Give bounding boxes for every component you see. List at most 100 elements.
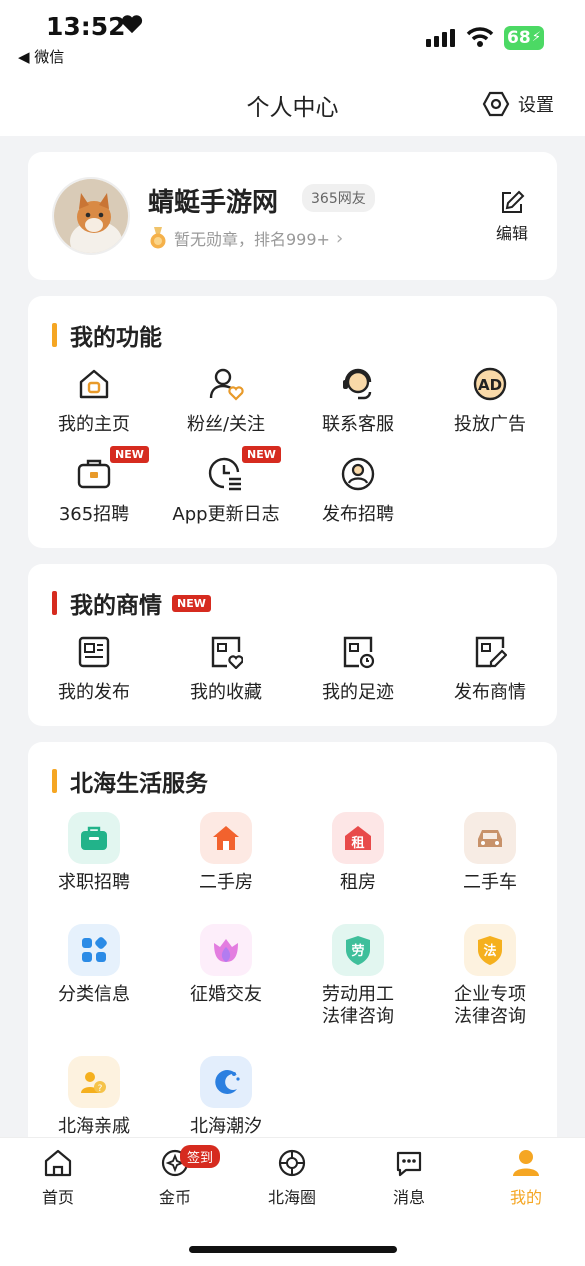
job-icon xyxy=(68,812,120,864)
svc-label-line1: 劳动用工 xyxy=(322,984,394,1005)
category-icon xyxy=(68,924,120,976)
briefcase-icon xyxy=(77,459,111,489)
func-post-recruit[interactable]: 发布招聘 xyxy=(292,452,424,526)
gear-icon xyxy=(482,91,510,117)
tab-mine[interactable]: 我的 xyxy=(476,1148,576,1208)
biz-post-business[interactable]: 发布商情 xyxy=(424,630,556,704)
services-title: 北海生活服务 xyxy=(52,764,208,798)
document-icon xyxy=(78,636,110,668)
functions-title: 我的功能 xyxy=(52,318,162,352)
func-fans-follow[interactable]: 粉丝/关注 xyxy=(160,362,292,436)
edit-doc-icon xyxy=(475,636,507,668)
status-time: 13:52 xyxy=(46,12,126,41)
func-label: 投放广告 xyxy=(454,414,526,435)
aperture-icon xyxy=(278,1149,306,1177)
rent-glyph: 租 xyxy=(351,836,364,851)
section-bar xyxy=(52,323,57,347)
edit-profile-button[interactable]: 编辑 xyxy=(496,190,528,244)
home-indicator[interactable] xyxy=(189,1246,397,1253)
svc-label: 租房 xyxy=(340,872,376,893)
tab-label: 消息 xyxy=(392,1188,425,1207)
sign-in-badge[interactable]: 签到 xyxy=(180,1145,221,1168)
settings-label: 设置 xyxy=(518,95,554,116)
enterprise-law-icon: 法 xyxy=(464,924,516,976)
svc-label-line2: 法律咨询 xyxy=(322,1006,394,1027)
relatives-icon: ? xyxy=(68,1056,120,1108)
svc-label: 北海潮汐 xyxy=(190,1116,262,1137)
svc-label-line1: 企业专项 xyxy=(454,984,526,1005)
avatar[interactable] xyxy=(52,177,130,255)
settings-button[interactable]: 设置 xyxy=(482,90,554,118)
svc-labor-law[interactable]: 劳 劳动用工 法律咨询 xyxy=(292,924,424,1028)
func-advertise[interactable]: AD 投放广告 xyxy=(424,362,556,436)
svc-relatives[interactable]: ? 北海亲戚 xyxy=(28,1056,160,1138)
back-to-wechat[interactable]: ◀ 微信 xyxy=(18,46,64,67)
functions-title-text: 我的功能 xyxy=(70,325,162,351)
svc-label: 征婚交友 xyxy=(190,984,262,1005)
svc-label: 求职招聘 xyxy=(58,872,130,893)
func-label: App更新日志 xyxy=(172,504,280,525)
status-bar: 13:52 ◀ 微信 68 ⚡ xyxy=(0,0,585,78)
home-icon xyxy=(79,369,109,399)
tab-beihai-circle[interactable]: 北海圈 xyxy=(242,1148,342,1208)
tab-label: 我的 xyxy=(509,1188,542,1207)
biz-my-footprints[interactable]: 我的足迹 xyxy=(292,630,424,704)
svc-used-car[interactable]: 二手车 xyxy=(424,812,556,894)
profile-card[interactable]: 蜻蜓手游网 365网友 暂无勋章，排名999+ › 编辑 xyxy=(28,152,557,280)
house-icon xyxy=(200,812,252,864)
battery-level: 68 xyxy=(507,28,531,48)
svc-dating[interactable]: 征婚交友 xyxy=(160,924,292,1006)
labor-glyph: 劳 xyxy=(351,943,364,959)
svc-second-house[interactable]: 二手房 xyxy=(160,812,292,894)
headset-icon xyxy=(343,368,372,400)
func-my-homepage[interactable]: 我的主页 xyxy=(28,362,160,436)
func-label: 发布招聘 xyxy=(322,504,394,525)
car-icon xyxy=(464,812,516,864)
svc-rent[interactable]: 租 租房 xyxy=(292,812,424,894)
biz-label: 我的发布 xyxy=(58,682,130,703)
edit-icon xyxy=(502,190,525,213)
signal-icon xyxy=(426,29,455,47)
user-heart-icon xyxy=(209,368,244,401)
svc-label: 北海亲戚 xyxy=(58,1116,130,1137)
biz-my-posts[interactable]: 我的发布 xyxy=(28,630,160,704)
svg-text:?: ? xyxy=(98,1084,103,1094)
clock-list-icon xyxy=(208,457,241,491)
ad-icon: AD xyxy=(473,367,507,401)
wifi-icon xyxy=(466,27,494,47)
svc-enterprise-law[interactable]: 法 企业专项 法律咨询 xyxy=(424,924,556,1028)
heart-icon xyxy=(121,15,143,34)
func-365-recruit[interactable]: NEW 365招聘 xyxy=(28,446,160,526)
business-title: 我的商情 NEW xyxy=(52,586,211,620)
svc-label-line2: 法律咨询 xyxy=(454,1006,526,1027)
svc-job[interactable]: 求职招聘 xyxy=(28,812,160,894)
func-app-update-log[interactable]: NEW App更新日志 xyxy=(160,446,292,526)
medal-text: 暂无勋章，排名999+ xyxy=(174,230,330,249)
medal-icon xyxy=(150,227,166,249)
svg-text:AD: AD xyxy=(478,376,502,394)
func-label: 365招聘 xyxy=(58,504,130,525)
new-tag: NEW xyxy=(242,446,281,463)
svc-label: 企业专项 法律咨询 xyxy=(424,984,556,1028)
svc-tide[interactable]: 北海潮汐 xyxy=(160,1056,292,1138)
section-bar xyxy=(52,769,57,793)
business-card: 我的商情 NEW 我的发布 我的收藏 我的足迹 发布商情 xyxy=(28,564,557,726)
rent-icon: 租 xyxy=(332,812,384,864)
func-customer-service[interactable]: 联系客服 xyxy=(292,362,424,436)
chevron-right-icon: › xyxy=(335,227,344,249)
tab-home[interactable]: 首页 xyxy=(8,1148,108,1208)
history-doc-icon xyxy=(343,636,375,669)
biz-my-favorites[interactable]: 我的收藏 xyxy=(160,630,292,704)
new-tag: NEW xyxy=(110,446,149,463)
functions-card: 我的功能 我的主页 粉丝/关注 联系客服 AD 投放广告 NEW 365招聘 N… xyxy=(28,296,557,548)
tab-label: 北海圈 xyxy=(267,1188,316,1207)
tab-messages[interactable]: 消息 xyxy=(359,1148,459,1208)
svc-category[interactable]: 分类信息 xyxy=(28,924,160,1006)
svc-label: 二手车 xyxy=(463,872,517,893)
labor-law-icon: 劳 xyxy=(332,924,384,976)
biz-label: 我的收藏 xyxy=(190,682,262,703)
medal-ranking-link[interactable]: 暂无勋章，排名999+ › xyxy=(148,226,343,250)
user-circle-icon xyxy=(341,457,375,491)
flower-icon xyxy=(200,924,252,976)
biz-label: 发布商情 xyxy=(454,682,526,703)
